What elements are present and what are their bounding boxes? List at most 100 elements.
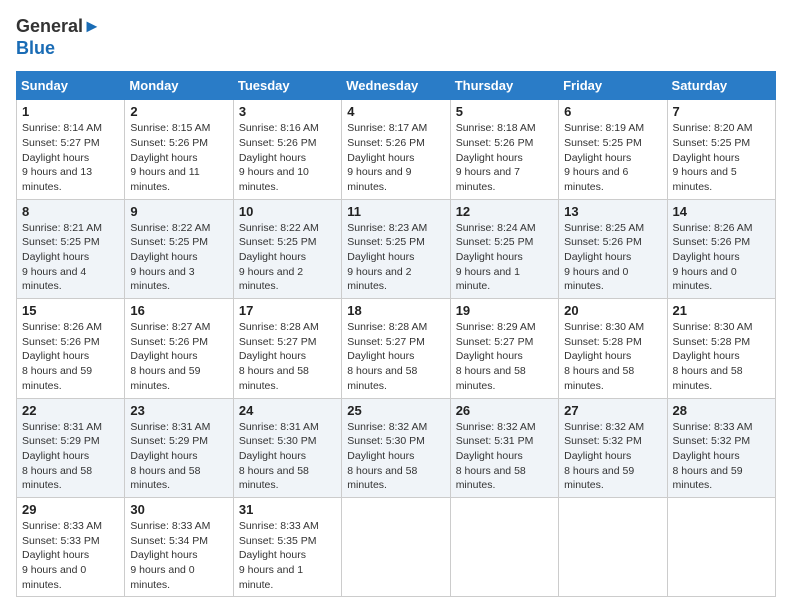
weekday-header-sunday: Sunday xyxy=(17,72,125,100)
day-detail: Sunrise: 8:14 AMSunset: 5:27 PMDaylight … xyxy=(22,122,102,193)
weekday-header-thursday: Thursday xyxy=(450,72,558,100)
calendar-cell: 28 Sunrise: 8:33 AMSunset: 5:32 PMDaylig… xyxy=(667,398,775,497)
day-detail: Sunrise: 8:30 AMSunset: 5:28 PMDaylight … xyxy=(673,321,753,392)
day-number: 19 xyxy=(456,303,553,318)
calendar-cell: 5 Sunrise: 8:18 AMSunset: 5:26 PMDayligh… xyxy=(450,100,558,199)
calendar-week-4: 22 Sunrise: 8:31 AMSunset: 5:29 PMDaylig… xyxy=(17,398,776,497)
calendar-cell: 25 Sunrise: 8:32 AMSunset: 5:30 PMDaylig… xyxy=(342,398,450,497)
calendar-cell: 15 Sunrise: 8:26 AMSunset: 5:26 PMDaylig… xyxy=(17,299,125,398)
calendar-table: SundayMondayTuesdayWednesdayThursdayFrid… xyxy=(16,71,776,597)
calendar-cell: 1 Sunrise: 8:14 AMSunset: 5:27 PMDayligh… xyxy=(17,100,125,199)
day-number: 15 xyxy=(22,303,119,318)
day-detail: Sunrise: 8:26 AMSunset: 5:26 PMDaylight … xyxy=(22,321,102,392)
calendar-cell xyxy=(342,497,450,596)
calendar-cell: 30 Sunrise: 8:33 AMSunset: 5:34 PMDaylig… xyxy=(125,497,233,596)
day-detail: Sunrise: 8:16 AMSunset: 5:26 PMDaylight … xyxy=(239,122,319,193)
day-number: 3 xyxy=(239,104,336,119)
day-number: 23 xyxy=(130,403,227,418)
day-detail: Sunrise: 8:21 AMSunset: 5:25 PMDaylight … xyxy=(22,222,102,293)
calendar-cell: 13 Sunrise: 8:25 AMSunset: 5:26 PMDaylig… xyxy=(559,199,667,298)
day-number: 10 xyxy=(239,204,336,219)
calendar-cell: 10 Sunrise: 8:22 AMSunset: 5:25 PMDaylig… xyxy=(233,199,341,298)
calendar-cell: 22 Sunrise: 8:31 AMSunset: 5:29 PMDaylig… xyxy=(17,398,125,497)
weekday-header-tuesday: Tuesday xyxy=(233,72,341,100)
day-detail: Sunrise: 8:32 AMSunset: 5:30 PMDaylight … xyxy=(347,421,427,492)
day-detail: Sunrise: 8:22 AMSunset: 5:25 PMDaylight … xyxy=(239,222,319,293)
calendar-week-2: 8 Sunrise: 8:21 AMSunset: 5:25 PMDayligh… xyxy=(17,199,776,298)
calendar-cell: 14 Sunrise: 8:26 AMSunset: 5:26 PMDaylig… xyxy=(667,199,775,298)
day-number: 8 xyxy=(22,204,119,219)
day-detail: Sunrise: 8:15 AMSunset: 5:26 PMDaylight … xyxy=(130,122,210,193)
day-number: 6 xyxy=(564,104,661,119)
calendar-cell: 11 Sunrise: 8:23 AMSunset: 5:25 PMDaylig… xyxy=(342,199,450,298)
logo-text: General► Blue xyxy=(16,16,101,59)
calendar-cell xyxy=(559,497,667,596)
day-number: 24 xyxy=(239,403,336,418)
day-detail: Sunrise: 8:23 AMSunset: 5:25 PMDaylight … xyxy=(347,222,427,293)
day-detail: Sunrise: 8:33 AMSunset: 5:34 PMDaylight … xyxy=(130,520,210,591)
day-detail: Sunrise: 8:29 AMSunset: 5:27 PMDaylight … xyxy=(456,321,536,392)
day-detail: Sunrise: 8:17 AMSunset: 5:26 PMDaylight … xyxy=(347,122,427,193)
calendar-cell: 16 Sunrise: 8:27 AMSunset: 5:26 PMDaylig… xyxy=(125,299,233,398)
day-number: 5 xyxy=(456,104,553,119)
day-detail: Sunrise: 8:31 AMSunset: 5:30 PMDaylight … xyxy=(239,421,319,492)
calendar-cell: 7 Sunrise: 8:20 AMSunset: 5:25 PMDayligh… xyxy=(667,100,775,199)
day-detail: Sunrise: 8:18 AMSunset: 5:26 PMDaylight … xyxy=(456,122,536,193)
day-number: 28 xyxy=(673,403,770,418)
calendar-cell: 24 Sunrise: 8:31 AMSunset: 5:30 PMDaylig… xyxy=(233,398,341,497)
day-detail: Sunrise: 8:20 AMSunset: 5:25 PMDaylight … xyxy=(673,122,753,193)
day-detail: Sunrise: 8:26 AMSunset: 5:26 PMDaylight … xyxy=(673,222,753,293)
day-detail: Sunrise: 8:22 AMSunset: 5:25 PMDaylight … xyxy=(130,222,210,293)
day-number: 1 xyxy=(22,104,119,119)
calendar-cell: 29 Sunrise: 8:33 AMSunset: 5:33 PMDaylig… xyxy=(17,497,125,596)
day-detail: Sunrise: 8:33 AMSunset: 5:32 PMDaylight … xyxy=(673,421,753,492)
day-detail: Sunrise: 8:28 AMSunset: 5:27 PMDaylight … xyxy=(239,321,319,392)
calendar-cell: 8 Sunrise: 8:21 AMSunset: 5:25 PMDayligh… xyxy=(17,199,125,298)
weekday-header-friday: Friday xyxy=(559,72,667,100)
calendar-cell: 4 Sunrise: 8:17 AMSunset: 5:26 PMDayligh… xyxy=(342,100,450,199)
calendar-cell: 19 Sunrise: 8:29 AMSunset: 5:27 PMDaylig… xyxy=(450,299,558,398)
day-number: 30 xyxy=(130,502,227,517)
day-number: 14 xyxy=(673,204,770,219)
day-number: 11 xyxy=(347,204,444,219)
day-number: 4 xyxy=(347,104,444,119)
calendar-cell: 12 Sunrise: 8:24 AMSunset: 5:25 PMDaylig… xyxy=(450,199,558,298)
calendar-cell: 23 Sunrise: 8:31 AMSunset: 5:29 PMDaylig… xyxy=(125,398,233,497)
calendar-week-3: 15 Sunrise: 8:26 AMSunset: 5:26 PMDaylig… xyxy=(17,299,776,398)
day-detail: Sunrise: 8:32 AMSunset: 5:31 PMDaylight … xyxy=(456,421,536,492)
day-number: 25 xyxy=(347,403,444,418)
day-detail: Sunrise: 8:28 AMSunset: 5:27 PMDaylight … xyxy=(347,321,427,392)
day-detail: Sunrise: 8:33 AMSunset: 5:35 PMDaylight … xyxy=(239,520,319,591)
day-detail: Sunrise: 8:32 AMSunset: 5:32 PMDaylight … xyxy=(564,421,644,492)
calendar-cell: 17 Sunrise: 8:28 AMSunset: 5:27 PMDaylig… xyxy=(233,299,341,398)
day-detail: Sunrise: 8:31 AMSunset: 5:29 PMDaylight … xyxy=(130,421,210,492)
day-detail: Sunrise: 8:19 AMSunset: 5:25 PMDaylight … xyxy=(564,122,644,193)
day-number: 17 xyxy=(239,303,336,318)
calendar-week-1: 1 Sunrise: 8:14 AMSunset: 5:27 PMDayligh… xyxy=(17,100,776,199)
day-number: 13 xyxy=(564,204,661,219)
day-number: 26 xyxy=(456,403,553,418)
day-number: 20 xyxy=(564,303,661,318)
day-number: 16 xyxy=(130,303,227,318)
day-detail: Sunrise: 8:24 AMSunset: 5:25 PMDaylight … xyxy=(456,222,536,293)
calendar-cell xyxy=(667,497,775,596)
day-number: 18 xyxy=(347,303,444,318)
calendar-cell xyxy=(450,497,558,596)
day-number: 2 xyxy=(130,104,227,119)
calendar-cell: 20 Sunrise: 8:30 AMSunset: 5:28 PMDaylig… xyxy=(559,299,667,398)
calendar-cell: 2 Sunrise: 8:15 AMSunset: 5:26 PMDayligh… xyxy=(125,100,233,199)
calendar-cell: 6 Sunrise: 8:19 AMSunset: 5:25 PMDayligh… xyxy=(559,100,667,199)
calendar-week-5: 29 Sunrise: 8:33 AMSunset: 5:33 PMDaylig… xyxy=(17,497,776,596)
calendar-cell: 3 Sunrise: 8:16 AMSunset: 5:26 PMDayligh… xyxy=(233,100,341,199)
calendar-cell: 9 Sunrise: 8:22 AMSunset: 5:25 PMDayligh… xyxy=(125,199,233,298)
day-detail: Sunrise: 8:30 AMSunset: 5:28 PMDaylight … xyxy=(564,321,644,392)
day-number: 31 xyxy=(239,502,336,517)
day-number: 22 xyxy=(22,403,119,418)
day-number: 29 xyxy=(22,502,119,517)
day-number: 12 xyxy=(456,204,553,219)
weekday-header-saturday: Saturday xyxy=(667,72,775,100)
calendar-cell: 31 Sunrise: 8:33 AMSunset: 5:35 PMDaylig… xyxy=(233,497,341,596)
day-detail: Sunrise: 8:25 AMSunset: 5:26 PMDaylight … xyxy=(564,222,644,293)
day-number: 7 xyxy=(673,104,770,119)
day-detail: Sunrise: 8:31 AMSunset: 5:29 PMDaylight … xyxy=(22,421,102,492)
